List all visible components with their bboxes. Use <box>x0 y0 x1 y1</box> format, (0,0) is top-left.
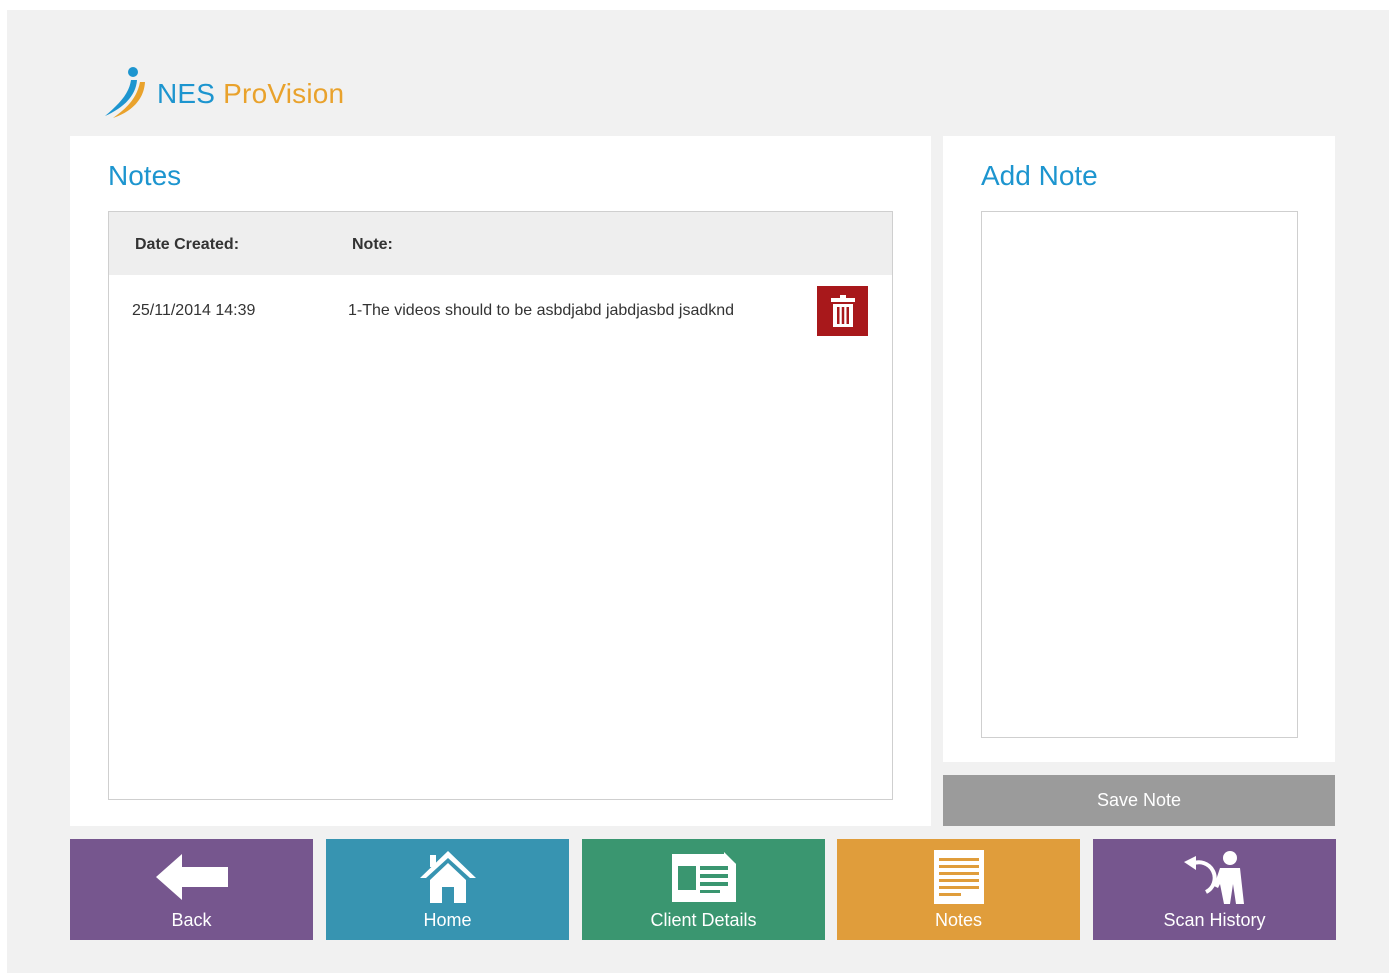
history-person-icon <box>1183 851 1244 904</box>
trash-icon <box>830 295 855 327</box>
nav-client-details-button[interactable]: Client Details <box>582 839 825 940</box>
arrow-left-icon <box>155 854 228 900</box>
nav-notes-button[interactable]: Notes <box>837 839 1080 940</box>
nav-back-button[interactable]: Back <box>70 839 313 940</box>
column-header-date: Date Created: <box>135 236 240 253</box>
nav-scan-history-button[interactable]: Scan History <box>1093 839 1336 940</box>
brand-name-nes: NES <box>157 78 216 109</box>
brand-name: NES ProVision <box>157 80 344 108</box>
id-card-icon <box>671 852 736 902</box>
nav-notes-label: Notes <box>934 910 983 930</box>
column-header-note: Note: <box>352 236 393 253</box>
brand-name-provision: ProVision <box>223 78 345 109</box>
nav-back-label: Back <box>171 910 212 930</box>
note-date: 25/11/2014 14:39 <box>132 302 256 319</box>
house-icon <box>419 851 476 903</box>
notes-title: Notes <box>108 160 182 191</box>
notes-panel: Notes Date Created: Note: 25/11/2014 14:… <box>70 136 931 826</box>
nav-home-button[interactable]: Home <box>326 839 569 940</box>
nav-scan-history-label: Scan History <box>1163 910 1266 930</box>
add-note-panel: Add Note <box>943 136 1335 762</box>
notes-table: Date Created: Note: 25/11/2014 14:39 1-T… <box>108 211 893 800</box>
add-note-title: Add Note <box>981 160 1098 191</box>
nav-client-details-label: Client Details <box>650 910 757 930</box>
save-note-button[interactable]: Save Note <box>943 775 1335 826</box>
brand-logo: NES ProVision <box>103 66 344 120</box>
nav-home-label: Home <box>423 910 472 930</box>
note-textarea[interactable] <box>981 211 1298 738</box>
swoosh-person-logo-icon <box>105 67 145 118</box>
document-lines-icon <box>933 850 984 904</box>
note-text: 1-The videos should to be asbdjabd jabdj… <box>348 302 735 319</box>
table-row: 25/11/2014 14:39 1-The videos should to … <box>109 275 892 345</box>
notes-table-header: Date Created: Note: <box>109 212 892 275</box>
delete-note-button[interactable] <box>817 286 868 336</box>
